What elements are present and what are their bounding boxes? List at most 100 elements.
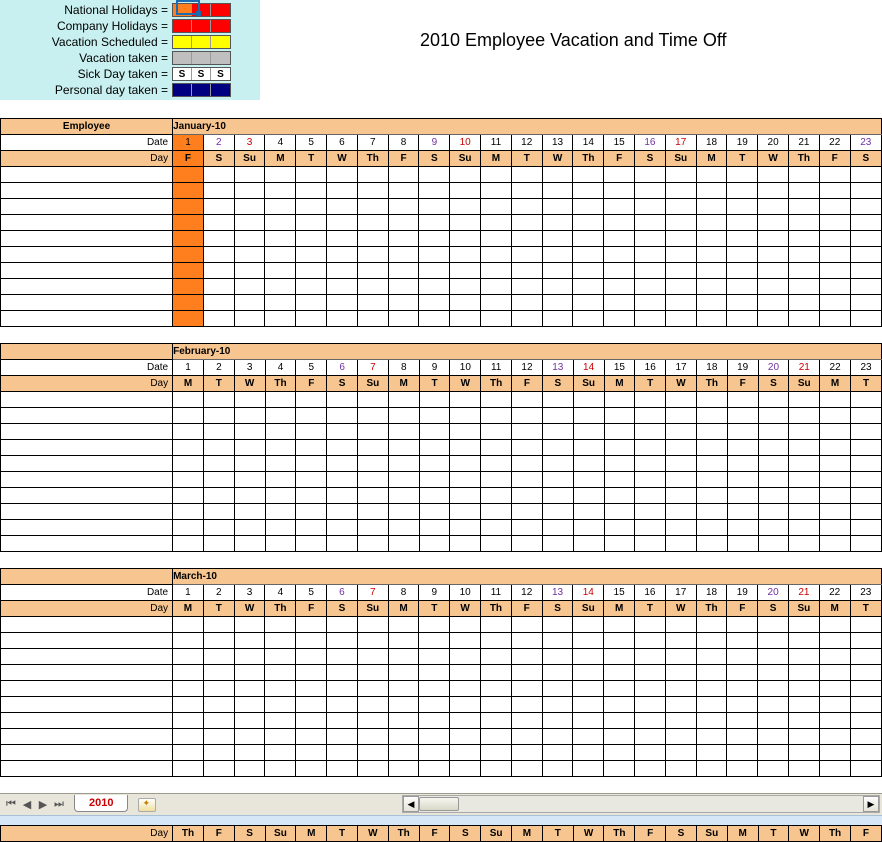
grid-cell[interactable] xyxy=(819,649,850,665)
grid-cell[interactable] xyxy=(542,183,573,199)
grid-cell[interactable] xyxy=(512,424,543,440)
grid-cell[interactable] xyxy=(727,488,758,504)
grid-cell[interactable] xyxy=(604,681,635,697)
grid-cell[interactable] xyxy=(819,745,850,761)
date-cell[interactable]: 18 xyxy=(696,360,727,376)
grid-cell[interactable] xyxy=(511,231,542,247)
grid-cell[interactable] xyxy=(327,697,358,713)
date-cell[interactable]: 20 xyxy=(758,585,789,601)
grid-cell[interactable] xyxy=(357,279,388,295)
grid-cell[interactable] xyxy=(481,183,512,199)
grid-cell[interactable] xyxy=(203,649,234,665)
grid-cell[interactable] xyxy=(789,424,820,440)
date-cell[interactable]: 4 xyxy=(265,135,296,151)
grid-cell[interactable] xyxy=(758,697,789,713)
dayname-cell[interactable]: F xyxy=(604,151,635,167)
grid-cell[interactable] xyxy=(542,472,573,488)
grid-cell[interactable] xyxy=(542,713,573,729)
grid-cell[interactable] xyxy=(265,761,296,777)
grid-cell[interactable] xyxy=(573,199,604,215)
grid-cell[interactable] xyxy=(851,440,882,456)
grid-cell[interactable] xyxy=(419,295,450,311)
date-cell[interactable]: 11 xyxy=(481,360,512,376)
grid-cell[interactable] xyxy=(234,279,265,295)
grid-cell[interactable] xyxy=(851,536,882,552)
dayname-cell[interactable]: Th xyxy=(696,376,727,392)
grid-cell[interactable] xyxy=(542,681,573,697)
grid-cell[interactable] xyxy=(450,617,481,633)
grid-cell[interactable] xyxy=(635,392,666,408)
date-cell[interactable]: 11 xyxy=(481,135,512,151)
grid-cell[interactable] xyxy=(851,472,882,488)
grid-cell[interactable] xyxy=(481,520,512,536)
grid-cell[interactable] xyxy=(203,761,234,777)
grid-cell[interactable] xyxy=(511,183,542,199)
grid-cell[interactable] xyxy=(234,649,265,665)
dayname-cell[interactable]: F xyxy=(850,826,881,842)
grid-cell[interactable] xyxy=(327,263,358,279)
employee-cell[interactable] xyxy=(1,263,173,279)
date-cell[interactable]: 18 xyxy=(696,585,727,601)
grid-cell[interactable] xyxy=(635,440,666,456)
grid-cell[interactable] xyxy=(327,215,358,231)
grid-cell[interactable] xyxy=(604,649,635,665)
grid-cell[interactable] xyxy=(758,424,789,440)
scroll-left-icon[interactable]: ◀ xyxy=(403,796,419,812)
grid-cell[interactable] xyxy=(234,713,265,729)
grid-cell[interactable] xyxy=(789,279,820,295)
grid-cell[interactable] xyxy=(450,279,481,295)
employee-cell[interactable] xyxy=(1,183,173,199)
grid-cell[interactable] xyxy=(635,231,666,247)
dayname-cell[interactable]: W xyxy=(327,151,358,167)
grid-cell[interactable] xyxy=(635,488,666,504)
date-cell[interactable]: 13 xyxy=(542,135,573,151)
employee-cell[interactable] xyxy=(1,745,173,761)
grid-cell[interactable] xyxy=(203,231,234,247)
grid-cell[interactable] xyxy=(573,295,604,311)
grid-cell[interactable] xyxy=(203,745,234,761)
grid-cell[interactable] xyxy=(203,424,234,440)
dayname-cell[interactable]: Th xyxy=(265,601,296,617)
grid-cell[interactable] xyxy=(604,392,635,408)
grid-cell[interactable] xyxy=(419,649,450,665)
grid-cell[interactable] xyxy=(419,456,450,472)
date-cell[interactable]: 2 xyxy=(203,585,234,601)
grid-cell[interactable] xyxy=(850,665,881,681)
grid-cell[interactable] xyxy=(696,408,727,424)
grid-cell[interactable] xyxy=(542,408,573,424)
grid-cell[interactable] xyxy=(203,729,234,745)
grid-cell[interactable] xyxy=(234,761,265,777)
grid-cell[interactable] xyxy=(357,713,388,729)
grid-cell[interactable] xyxy=(604,199,635,215)
dayname-cell[interactable]: F xyxy=(173,151,204,167)
grid-cell[interactable] xyxy=(512,472,543,488)
grid-cell[interactable] xyxy=(173,183,204,199)
grid-cell[interactable] xyxy=(573,697,604,713)
grid-cell[interactable] xyxy=(265,167,296,183)
grid-cell[interactable] xyxy=(665,183,696,199)
grid-cell[interactable] xyxy=(357,697,388,713)
grid-cell[interactable] xyxy=(481,424,512,440)
grid-cell[interactable] xyxy=(665,279,696,295)
grid-cell[interactable] xyxy=(203,681,234,697)
grid-cell[interactable] xyxy=(573,713,604,729)
date-cell[interactable]: 20 xyxy=(758,135,789,151)
grid-cell[interactable] xyxy=(819,633,850,649)
grid-cell[interactable] xyxy=(419,504,450,520)
grid-cell[interactable] xyxy=(727,761,758,777)
grid-cell[interactable] xyxy=(696,311,727,327)
dayname-cell[interactable]: M xyxy=(819,601,850,617)
grid-cell[interactable] xyxy=(481,536,512,552)
grid-cell[interactable] xyxy=(789,649,820,665)
grid-cell[interactable] xyxy=(789,440,820,456)
dayname-cell[interactable]: M xyxy=(173,601,204,617)
grid-cell[interactable] xyxy=(850,183,881,199)
employee-cell[interactable] xyxy=(1,424,173,440)
grid-cell[interactable] xyxy=(419,263,450,279)
grid-cell[interactable] xyxy=(388,424,419,440)
grid-cell[interactable] xyxy=(234,392,265,408)
grid-cell[interactable] xyxy=(789,713,820,729)
date-cell[interactable]: 10 xyxy=(450,135,481,151)
grid-cell[interactable] xyxy=(820,456,851,472)
dayname-cell[interactable]: Su xyxy=(358,376,389,392)
